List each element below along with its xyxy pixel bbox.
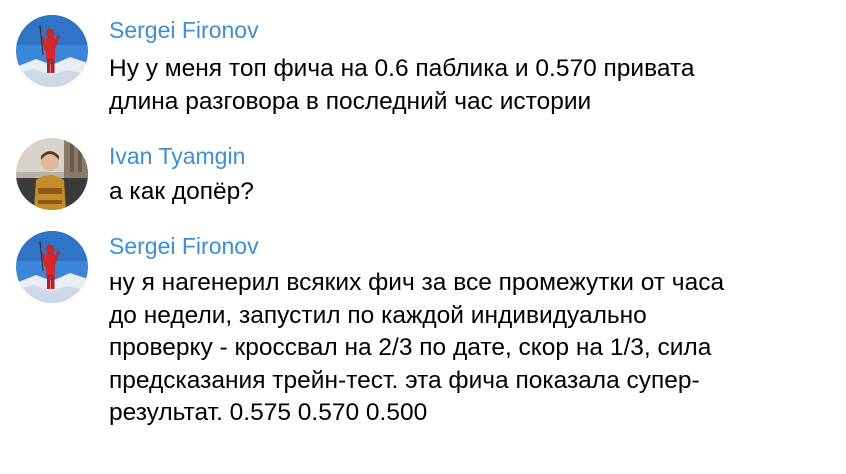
message-text-line: а как допёр? bbox=[109, 178, 254, 205]
message: Ivan Tyamgin а как допёр? bbox=[0, 128, 846, 223]
climber-on-summit-icon bbox=[16, 15, 88, 87]
message-author[interactable]: Sergei Fironov bbox=[109, 232, 259, 260]
message: Sergei Fironov Ну у меня топ фича на 0.6… bbox=[0, 0, 846, 128]
message-text-line: результат. 0.575 0.570 0.500 bbox=[109, 399, 428, 427]
message-author[interactable]: Ivan Tyamgin bbox=[109, 142, 245, 170]
avatar-sergei-fironov[interactable] bbox=[16, 231, 88, 303]
message-text-line: до недели, запустил по каждой индивидуал… bbox=[109, 301, 647, 329]
chat-message-list: Sergei Fironov Ну у меня топ фича на 0.6… bbox=[0, 0, 846, 474]
avatar-ivan-tyamgin[interactable] bbox=[16, 138, 88, 210]
avatar-sergei-fironov[interactable] bbox=[16, 15, 88, 87]
message-text-line: предсказания трейн-тест. эта фича показа… bbox=[109, 366, 700, 394]
message-text: Ну у меня топ фича на 0.6 паблика и 0.57… bbox=[109, 53, 829, 118]
message-text-line: ну я нагенерил всяких фич за все промежу… bbox=[109, 269, 725, 296]
message-text: ну я нагенерил всяких фич за все промежу… bbox=[109, 267, 829, 430]
message-text: а как допёр? bbox=[109, 176, 829, 209]
message: Sergei Fironov ну я нагенерил всяких фич… bbox=[0, 223, 846, 474]
message-text-line: Ну у меня топ фича на 0.6 паблика и 0.57… bbox=[109, 55, 695, 82]
message-text-line: длина разговора в последний час истории bbox=[109, 87, 592, 115]
message-author[interactable]: Sergei Fironov bbox=[109, 16, 259, 44]
message-text-line: проверку - кроссвал на 2/3 по дате, скор… bbox=[109, 334, 712, 362]
climber-on-summit-icon bbox=[16, 231, 88, 303]
person-portrait-icon bbox=[16, 138, 88, 210]
